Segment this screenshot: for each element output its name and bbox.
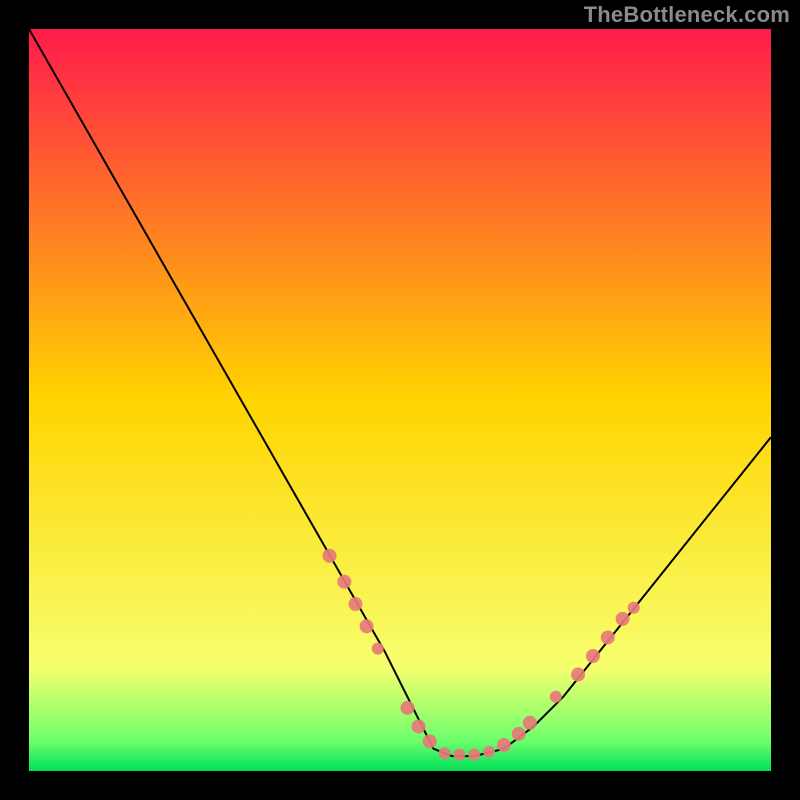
data-marker <box>497 738 511 752</box>
data-marker <box>628 602 640 614</box>
data-marker <box>523 716 537 730</box>
data-marker <box>323 549 337 563</box>
data-marker <box>423 734 437 748</box>
bottleneck-chart <box>29 29 771 771</box>
chart-background <box>29 29 771 771</box>
data-marker <box>512 727 526 741</box>
data-marker <box>348 597 362 611</box>
data-marker <box>468 749 480 761</box>
data-marker <box>601 630 615 644</box>
data-marker <box>400 701 414 715</box>
data-marker <box>586 649 600 663</box>
chart-svg <box>29 29 771 771</box>
data-marker <box>483 746 495 758</box>
data-marker <box>372 643 384 655</box>
watermark-text: TheBottleneck.com <box>584 2 790 28</box>
data-marker <box>337 575 351 589</box>
data-marker <box>412 719 426 733</box>
data-marker <box>439 747 451 759</box>
data-marker <box>550 691 562 703</box>
data-marker <box>453 749 465 761</box>
data-marker <box>571 668 585 682</box>
chart-frame: TheBottleneck.com <box>0 0 800 800</box>
data-marker <box>360 619 374 633</box>
data-marker <box>616 612 630 626</box>
